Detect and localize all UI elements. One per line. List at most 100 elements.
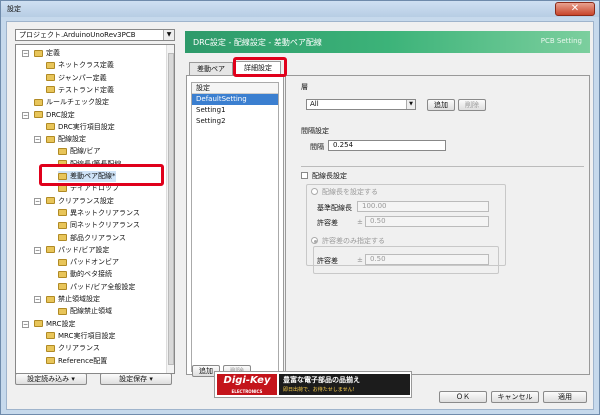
tree-item-label: MRC実行項目設定 [58,331,116,340]
tree-item[interactable]: 異ネットクリアランス [58,208,140,219]
gap-section-title: 間隔設定 [301,127,329,135]
length-setting-checkbox[interactable] [301,172,308,179]
tree-item[interactable]: パッドオンビア [58,257,119,268]
collapse-toggle-icon[interactable]: − [34,197,41,205]
tolerance-input[interactable]: 0.50 [365,216,489,227]
apply-button[interactable]: 適用 [543,391,587,403]
folder-icon [46,86,55,94]
title-bar: 設定 ✕ [1,1,599,17]
collapse-toggle-icon[interactable]: − [22,50,29,57]
advertisement-banner[interactable]: Digi-Key ELECTRONICS 豊富な電子部品の品揃え 即日出荷で、お… [214,371,412,398]
ok-button[interactable]: ＯＫ [439,391,487,403]
folder-icon [46,123,55,131]
chevron-down-icon[interactable]: ▼ [406,100,415,109]
tree-item[interactable]: ネットクラス定義 [46,60,114,71]
folder-icon [58,258,67,266]
settings-window: 設定 ✕ プロジェクト.ArduinoUnoRev3PCB ▼ − 定義 ネットクラ… [0,0,600,415]
tolerance2-label: 許容差 [317,257,338,265]
tree-item-label: パッドオンビア [70,258,119,267]
tolerance-only-radio[interactable] [311,237,318,244]
folder-icon [46,135,55,143]
digikey-logo: Digi-Key ELECTRONICS [217,374,277,395]
folder-icon [58,234,67,241]
collapse-toggle-icon[interactable]: − [34,296,41,303]
tree-item[interactable]: 配線/ビア [58,146,100,157]
tree-item[interactable]: 同ネットクリアランス [58,220,140,231]
length-radio-label: 配線長を設定する [322,188,378,196]
banner-title: DRC設定 - 配線設定 - 差動ペア配線 [193,38,322,47]
project-select[interactable]: プロジェクト.ArduinoUnoRev3PCB ▼ [15,29,175,41]
tree-item[interactable]: − パッド/ビア設定 [34,245,109,256]
base-length-input[interactable]: 100.00 [357,201,489,212]
settings-list: 設定 DefaultSetting Setting1 Setting2 [191,82,279,372]
tree-item[interactable]: − MRC設定 [22,319,75,330]
folder-icon [46,246,55,254]
folder-icon [46,332,55,340]
layer-delete-button[interactable]: 削除 [458,99,486,111]
window-title: 設定 [7,5,21,13]
list-item[interactable]: DefaultSetting [192,94,278,105]
length-radio[interactable] [311,188,318,195]
highlight-box [233,57,287,77]
layer-add-button[interactable]: 追加 [427,99,455,111]
ad-text-panel: 豊富な電子部品の品揃え 即日出荷で、お待たせしません! [279,374,410,395]
tree-item[interactable]: ルールチェック設定 [34,97,109,108]
tree-item[interactable]: パッド/ビア全般設定 [58,282,135,293]
tree-item[interactable]: 部品クリアランス [58,233,126,244]
folder-icon [34,320,43,328]
tree-item-label: 異ネットクリアランス [70,208,140,217]
collapse-toggle-icon[interactable]: − [22,320,29,328]
list-item[interactable]: Setting1 [192,105,278,116]
divider [301,166,584,167]
base-length-label: 基準配線長 [317,204,352,212]
tree-item[interactable]: MRC実行項目設定 [46,331,115,342]
tree-item[interactable]: − DRC設定 [22,110,75,121]
tree-item-label: DRC設定 [46,110,75,119]
ad-line-2: 即日出荷で、お待たせしません! [283,387,355,393]
tree-item-label: パッド/ビア全般設定 [70,282,136,291]
gap-input[interactable]: 0.254 [328,140,446,151]
folder-icon [58,221,67,229]
tolerance-label: 許容差 [317,219,338,227]
tree-item-label: クリアランス [58,344,100,353]
tolerance2-input[interactable]: 0.50 [365,254,489,265]
tree-item[interactable]: テストランド定義 [46,85,114,96]
tree-item-label: ルールチェック設定 [46,98,109,107]
tree-item[interactable]: Reference配置 [46,356,107,367]
tree-item[interactable]: 動的ベタ接続 [58,269,112,280]
collapse-toggle-icon[interactable]: − [34,136,41,144]
chevron-down-icon[interactable]: ▼ [163,30,174,40]
tolerance-only-group: 許容差 ± 0.50 [313,246,499,274]
tree-item[interactable]: − 定義 [22,48,60,59]
tree-item[interactable]: − クリアランス設定 [34,196,114,207]
collapse-toggle-icon[interactable]: − [34,246,41,254]
logo-text: Digi-Key [223,375,271,386]
tab-differential-pair[interactable]: 差動ペア [189,62,233,75]
tree-item[interactable]: − 禁止領域設定 [34,294,100,305]
tree-item[interactable]: ジャンパー定義 [46,73,107,84]
tree-scrollbar-thumb[interactable] [168,53,174,365]
highlight-box [39,164,164,186]
folder-icon [34,111,43,118]
cancel-button[interactable]: キャンセル [491,391,539,403]
folder-icon [58,209,67,217]
load-settings-button[interactable]: 設定読み込み ▾ [15,373,87,385]
close-button[interactable]: ✕ [555,2,595,16]
dialog-body: プロジェクト.ArduinoUnoRev3PCB ▼ − 定義 ネットクラス定義 ジャ… [6,21,594,410]
tree-item[interactable]: 配線禁止領域 [58,306,112,317]
layer-select[interactable]: All ▼ [306,99,416,110]
tree-item-label: 配線禁止領域 [70,307,112,316]
tree-item-label: 配線設定 [58,135,86,144]
banner-right-label: PCB Setting [540,37,582,45]
tree-item[interactable]: クリアランス [46,343,100,354]
folder-icon [58,283,67,291]
collapse-toggle-icon[interactable]: − [22,111,29,119]
tree-scrollbar[interactable] [166,45,174,373]
save-settings-button[interactable]: 設定保存 ▾ [100,373,172,385]
tree-item[interactable]: DRC実行項目設定 [46,122,115,133]
folder-icon [46,344,55,352]
layer-label: 層 [301,83,308,91]
tree-item[interactable]: − 配線設定 [34,134,86,145]
list-item[interactable]: Setting2 [192,116,278,127]
tolerance-only-label: 許容差のみ指定する [322,237,385,245]
